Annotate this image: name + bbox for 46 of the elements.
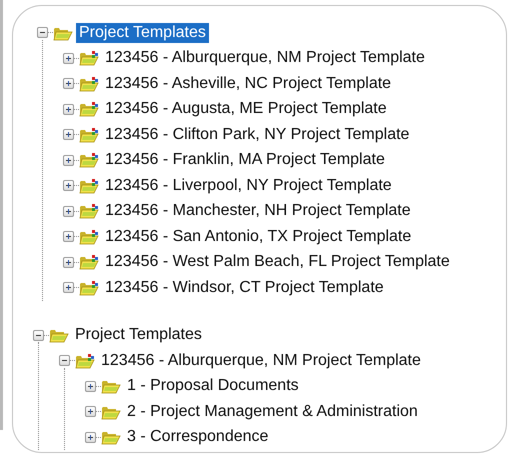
expand-toggle[interactable] [63, 180, 74, 192]
tree-item[interactable]: Project Templates [72, 325, 205, 346]
tree-item[interactable]: 123456 - Asheville, NC Project Template [102, 74, 394, 94]
tree-item[interactable]: 3 - Correspondence [124, 427, 272, 448]
tree-item[interactable]: 123456 - Manchester, NH Project Template [102, 201, 414, 222]
tree-item[interactable]: 123456 - San Antonio, TX Project Template [102, 226, 414, 247]
template-folder-icon [79, 280, 99, 296]
expand-toggle[interactable] [63, 282, 74, 294]
collapse-toggle[interactable] [59, 355, 70, 366]
expand-toggle[interactable] [63, 256, 74, 268]
tree-item[interactable]: 123456 - Clifton Park, NY Project Template [102, 124, 412, 145]
tree-item[interactable]: Project Templates [76, 22, 209, 43]
collapse-toggle[interactable] [37, 27, 48, 38]
template-folder-icon [79, 101, 99, 118]
template-folder-icon [79, 76, 99, 92]
expand-toggle[interactable] [85, 406, 96, 418]
tree-item[interactable]: 123456 - Liverpool, NY Project Template [102, 176, 395, 196]
expand-toggle[interactable] [85, 432, 96, 443]
expand-toggle[interactable] [63, 78, 74, 90]
tree-item[interactable]: 2 - Project Management & Administration [124, 402, 421, 422]
template-folder-icon [79, 50, 99, 66]
template-folder-icon [79, 203, 99, 220]
tree-item[interactable]: 123456 - Windsor, CT Project Template [102, 278, 387, 298]
template-folder-icon [79, 126, 99, 143]
expand-toggle[interactable] [63, 231, 74, 242]
collapse-toggle[interactable] [33, 330, 44, 341]
folder-icon [101, 429, 121, 446]
template-folder-icon [79, 178, 99, 194]
expand-toggle[interactable] [63, 154, 74, 166]
tree-item[interactable]: 123456 - Alburquerque, NM Project Template [102, 48, 428, 68]
tree-item[interactable]: 123456 - Augusta, ME Project Template [102, 99, 390, 120]
expand-toggle[interactable] [63, 52, 74, 64]
template-folder-icon [79, 254, 99, 270]
tree-item[interactable]: 123456 - West Palm Beach, FL Project Template [102, 252, 453, 272]
tree-item[interactable]: 123456 - Franklin, MA Project Template [102, 150, 388, 170]
expand-toggle[interactable] [63, 129, 74, 140]
folder-icon [49, 327, 69, 344]
template-folder-icon [75, 352, 95, 369]
tree-item[interactable]: 1 - Proposal Documents [124, 376, 302, 396]
expand-toggle[interactable] [63, 104, 74, 115]
folder-icon [101, 378, 121, 394]
expand-toggle[interactable] [63, 206, 74, 217]
tree-item[interactable]: 123456 - Alburquerque, NM Project Template [98, 350, 424, 371]
template-folder-icon [79, 228, 99, 245]
expand-toggle[interactable] [85, 380, 96, 392]
template-folder-icon [79, 152, 99, 168]
